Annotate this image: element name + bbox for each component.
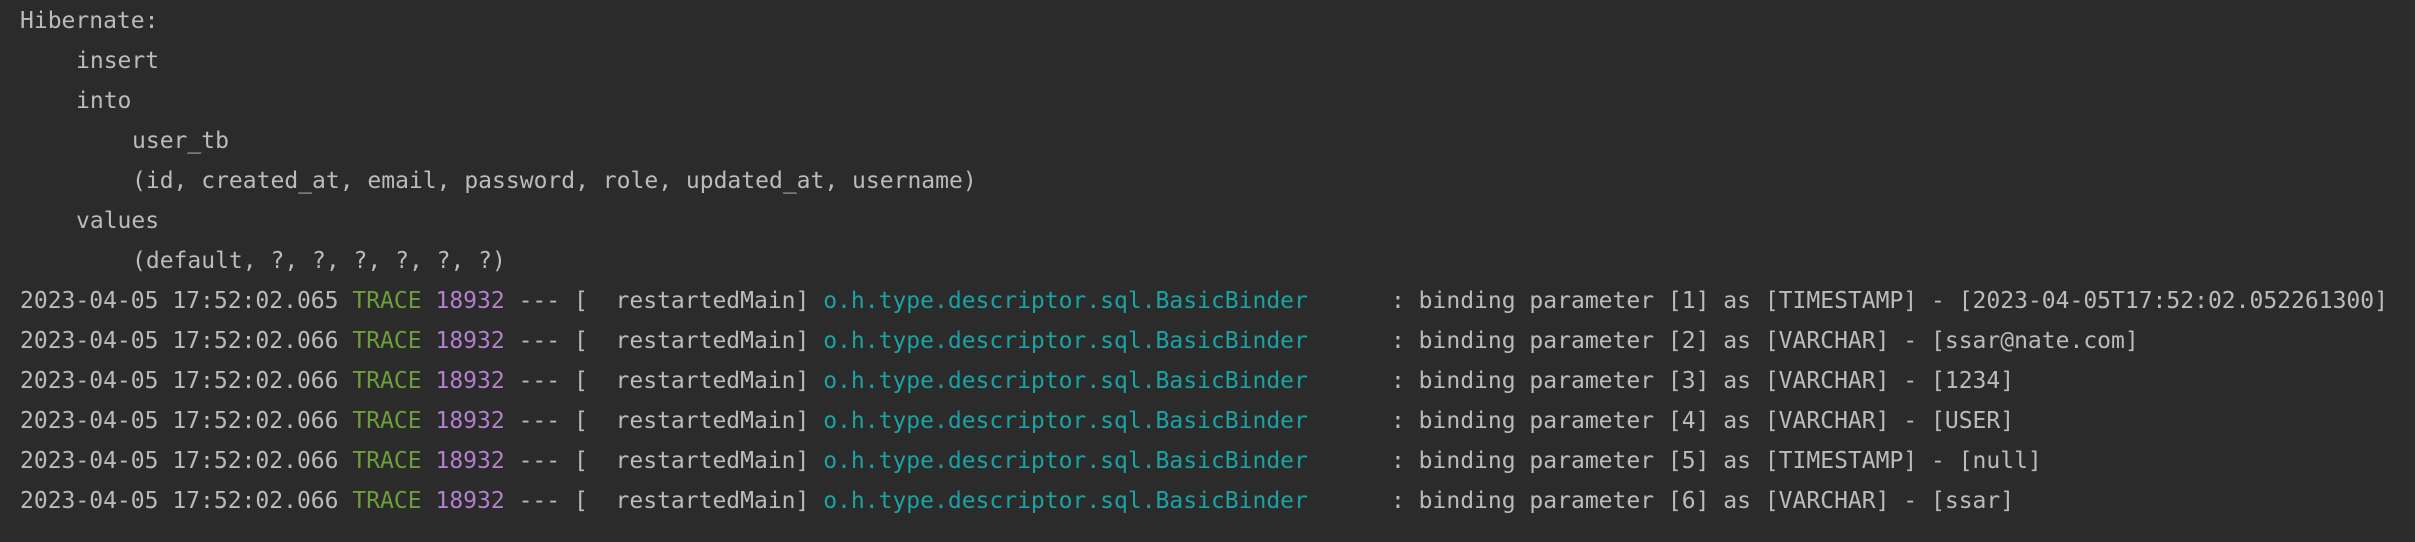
log-pid: 18932 xyxy=(435,368,505,394)
log-timestamp: 2023-04-05 17:52:02.066 xyxy=(20,488,339,514)
log-message: binding parameter [6] as [VARCHAR] - [ss… xyxy=(1418,488,2015,514)
sql-line: user_tb xyxy=(132,128,229,154)
log-level: TRACE xyxy=(352,448,422,474)
log-level: TRACE xyxy=(352,288,422,314)
log-level: TRACE xyxy=(352,328,422,354)
log-message-prefix: : xyxy=(1307,448,1419,474)
log-thread: [ restartedMain] xyxy=(573,488,824,514)
log-pid: 18932 xyxy=(435,288,505,314)
log-line: 2023-04-05 17:52:02.066 TRACE 18932 --- … xyxy=(0,361,2415,401)
log-message-prefix: : xyxy=(1307,328,1419,354)
log-message-prefix: : xyxy=(1307,368,1419,394)
log-pid: 18932 xyxy=(435,408,505,434)
log-line: 2023-04-05 17:52:02.066 TRACE 18932 --- … xyxy=(0,481,2415,521)
log-line: 2023-04-05 17:52:02.065 TRACE 18932 --- … xyxy=(0,281,2415,321)
console-output[interactable]: Hibernate: insert into user_tb (id, crea… xyxy=(0,0,2415,542)
log-timestamp: 2023-04-05 17:52:02.066 xyxy=(20,408,339,434)
log-message-prefix: : xyxy=(1307,408,1419,434)
log-separator: --- xyxy=(504,408,574,434)
log-level: TRACE xyxy=(352,488,422,514)
log-separator: --- xyxy=(504,488,574,514)
log-message: binding parameter [5] as [TIMESTAMP] - [… xyxy=(1418,448,2042,474)
log-level: TRACE xyxy=(352,408,422,434)
log-separator: --- xyxy=(504,328,574,354)
log-message: binding parameter [4] as [VARCHAR] - [US… xyxy=(1418,408,2015,434)
log-separator: --- xyxy=(504,448,574,474)
log-level: TRACE xyxy=(352,368,422,394)
sql-line: (default, ?, ?, ?, ?, ?, ?) xyxy=(132,248,506,274)
log-thread: [ restartedMain] xyxy=(573,448,824,474)
log-message-prefix: : xyxy=(1307,488,1419,514)
sql-line: values xyxy=(76,208,160,234)
log-message-prefix: : xyxy=(1307,288,1419,314)
log-line: 2023-04-05 17:52:02.066 TRACE 18932 --- … xyxy=(0,401,2415,441)
log-logger[interactable]: o.h.type.descriptor.sql.BasicBinder xyxy=(823,408,1308,434)
log-timestamp: 2023-04-05 17:52:02.066 xyxy=(20,328,339,354)
sql-line: into xyxy=(76,88,132,114)
log-pid: 18932 xyxy=(435,488,505,514)
log-message: binding parameter [2] as [VARCHAR] - [ss… xyxy=(1418,328,2139,354)
log-separator: --- xyxy=(504,368,574,394)
log-line: 2023-04-05 17:52:02.066 TRACE 18932 --- … xyxy=(0,441,2415,481)
sql-line: (id, created_at, email, password, role, … xyxy=(132,168,977,194)
log-thread: [ restartedMain] xyxy=(573,288,824,314)
log-thread: [ restartedMain] xyxy=(573,408,824,434)
log-logger[interactable]: o.h.type.descriptor.sql.BasicBinder xyxy=(823,328,1308,354)
log-timestamp: 2023-04-05 17:52:02.066 xyxy=(20,368,339,394)
log-logger[interactable]: o.h.type.descriptor.sql.BasicBinder xyxy=(823,368,1308,394)
sql-line: insert xyxy=(76,48,160,74)
log-logger[interactable]: o.h.type.descriptor.sql.BasicBinder xyxy=(823,288,1308,314)
log-separator: --- xyxy=(504,288,574,314)
log-timestamp: 2023-04-05 17:52:02.066 xyxy=(20,448,339,474)
sql-header: Hibernate: xyxy=(20,8,159,34)
log-timestamp: 2023-04-05 17:52:02.065 xyxy=(20,288,339,314)
log-line: 2023-04-05 17:52:02.066 TRACE 18932 --- … xyxy=(0,321,2415,361)
log-logger[interactable]: o.h.type.descriptor.sql.BasicBinder xyxy=(823,488,1308,514)
log-message: binding parameter [1] as [TIMESTAMP] - [… xyxy=(1418,288,2388,314)
log-logger[interactable]: o.h.type.descriptor.sql.BasicBinder xyxy=(823,448,1308,474)
log-thread: [ restartedMain] xyxy=(573,328,824,354)
log-pid: 18932 xyxy=(435,448,505,474)
log-pid: 18932 xyxy=(435,328,505,354)
log-thread: [ restartedMain] xyxy=(573,368,824,394)
log-message: binding parameter [3] as [VARCHAR] - [12… xyxy=(1418,368,2015,394)
